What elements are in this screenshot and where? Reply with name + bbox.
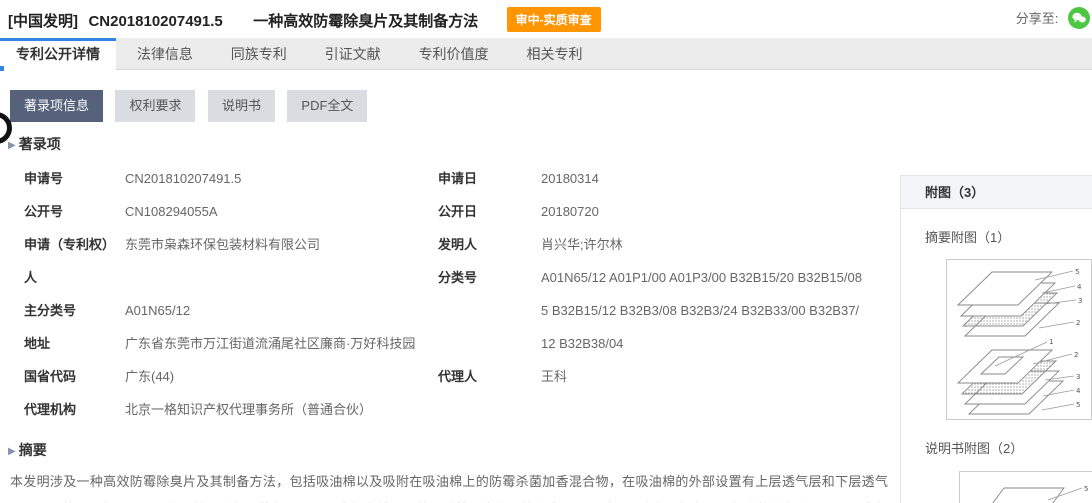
share-label: 分享至: (1016, 11, 1059, 26)
field-label: 申请日 (438, 162, 541, 195)
svg-text:2: 2 (1076, 319, 1080, 327)
bibliography-section-header: ▶著录项 (8, 134, 900, 154)
bibliography-left-column: 申请号 CN201810207491.5 公开号 CN108294055A 申请… (24, 162, 438, 426)
field-row-main-ipc: 主分类号 A01N65/12 (24, 294, 438, 327)
tab-patent-value[interactable]: 专利价值度 (402, 38, 506, 70)
patent-title: 一种高效防霉除臭片及其制备方法 (253, 13, 478, 30)
tab-patent-family[interactable]: 同族专利 (214, 38, 304, 70)
bibliography-right-column: 申请日 20180314 公开日 20180720 发明人 肖兴华;许尔林 分类… (438, 162, 900, 426)
field-value: 20180720 (541, 195, 599, 228)
subtab-description[interactable]: 说明书 (208, 90, 275, 122)
field-label: 主分类号 (24, 294, 125, 327)
field-row-applicant: 申请（专利权）人 东莞市枭森环保包装材料有限公司 (24, 228, 438, 294)
svg-text:2: 2 (1074, 351, 1078, 359)
tab-patent-detail[interactable]: 专利公开详情 (0, 38, 116, 70)
field-value: 广东(44) (125, 360, 174, 393)
bibliography-section-title: 著录项 (19, 136, 61, 152)
svg-text:3: 3 (1078, 297, 1082, 305)
field-row-address: 地址 广东省东莞市万江街道流涌尾社区廉商·万好科技园 (24, 327, 438, 360)
subtab-row: 著录项信息 权利要求 说明书 PDF全文 (8, 70, 900, 122)
abstract-figure-thumbnail[interactable]: 5 4 3 2 1 2 3 4 (946, 259, 1092, 420)
field-value: A01N65/12 (125, 294, 190, 327)
field-label: 地址 (24, 327, 125, 360)
field-row-publication-number: 公开号 CN108294055A (24, 195, 438, 228)
content-area: 著录项信息 权利要求 说明书 PDF全文 ▶著录项 申请号 CN20181020… (0, 70, 1092, 503)
svg-text:1: 1 (1049, 338, 1053, 346)
main-panel: 著录项信息 权利要求 说明书 PDF全文 ▶著录项 申请号 CN20181020… (0, 70, 900, 503)
share-area: 分享至: (1016, 7, 1090, 29)
svg-text:4: 4 (1076, 387, 1081, 395)
field-row-application-number: 申请号 CN201810207491.5 (24, 162, 438, 195)
field-label: 代理人 (438, 360, 541, 393)
subtab-pdf-fulltext[interactable]: PDF全文 (287, 90, 367, 122)
field-value: 北京一格知识产权代理事务所（普通合伙） (125, 393, 372, 426)
patent-detail-page: [中国发明] CN201810207491.5 一种高效防霉除臭片及其制备方法 … (0, 0, 1092, 503)
field-value: 东莞市枭森环保包装材料有限公司 (125, 228, 320, 261)
field-row-application-date: 申请日 20180314 (438, 162, 900, 195)
field-value: A01N65/12 A01P1/00 A01P3/00 B32B15/20 B3… (541, 261, 863, 360)
wechat-share-icon[interactable] (1068, 7, 1090, 29)
field-row-agent: 代理人 王科 (438, 360, 900, 393)
tab-citations[interactable]: 引证文献 (308, 38, 398, 70)
field-value: 广东省东莞市万江街道流涌尾社区廉商·万好科技园 (125, 327, 415, 360)
subtab-bibliography[interactable]: 著录项信息 (10, 90, 103, 122)
field-value: 肖兴华;许尔林 (541, 228, 623, 261)
field-label: 公开号 (24, 195, 125, 228)
field-label: 分类号 (438, 261, 541, 294)
svg-text:5: 5 (1075, 268, 1079, 276)
field-row-inventors: 发明人 肖兴华;许尔林 (438, 228, 900, 261)
svg-text:5: 5 (1076, 401, 1080, 409)
figures-panel-title: 附图（3） (901, 176, 1092, 209)
abstract-figure-label: 摘要附图（1） (901, 209, 1092, 246)
bibliography-grid: 申请号 CN201810207491.5 公开号 CN108294055A 申请… (24, 162, 900, 426)
field-value: 王科 (541, 360, 567, 393)
patent-number: CN201810207491.5 (88, 13, 222, 30)
field-label: 代理机构 (24, 393, 125, 426)
field-label: 发明人 (438, 228, 541, 261)
svg-text:3: 3 (1076, 373, 1080, 381)
description-figure-label: 说明书附图（2） (901, 420, 1092, 457)
tab-related-patents[interactable]: 相关专利 (509, 38, 599, 70)
tab-legal-info[interactable]: 法律信息 (120, 38, 210, 70)
field-row-province-code: 国省代码 广东(44) (24, 360, 438, 393)
svg-text:5: 5 (1084, 485, 1088, 493)
field-value: CN108294055A (125, 195, 218, 228)
page-header: [中国发明] CN201810207491.5 一种高效防霉除臭片及其制备方法 … (0, 0, 1092, 38)
svg-text:4: 4 (1077, 283, 1082, 291)
field-label: 公开日 (438, 195, 541, 228)
subtab-claims[interactable]: 权利要求 (115, 90, 195, 122)
figures-sidebar: 附图（3） 摘要附图（1） 5 (900, 175, 1092, 503)
patent-type-tag: [中国发明] (8, 13, 78, 30)
abstract-section-title: 摘要 (19, 442, 47, 458)
field-row-agency: 代理机构 北京一格知识产权代理事务所（普通合伙） (24, 393, 438, 426)
field-label: 申请（专利权）人 (24, 228, 125, 294)
status-badge: 审中-实质审查 (507, 7, 601, 32)
right-arrow-icon: ▶ (8, 140, 16, 151)
description-figure-thumbnail[interactable]: 5 4 3 2 (959, 471, 1092, 503)
field-label: 国省代码 (24, 360, 125, 393)
field-value: 20180314 (541, 162, 599, 195)
field-value: CN201810207491.5 (125, 162, 241, 195)
abstract-text: 本发明涉及一种高效防霉除臭片及其制备方法，包括吸油棉以及吸附在吸油棉上的防霉杀菌… (10, 468, 888, 503)
field-row-publication-date: 公开日 20180720 (438, 195, 900, 228)
field-label: 申请号 (24, 162, 125, 195)
field-row-ipc-list: 分类号 A01N65/12 A01P1/00 A01P3/00 B32B15/2… (438, 261, 900, 360)
main-tabbar: 专利公开详情 法律信息 同族专利 引证文献 专利价值度 相关专利 (0, 38, 1092, 70)
right-arrow-icon: ▶ (8, 446, 16, 457)
abstract-section-header: ▶摘要 (8, 440, 900, 460)
